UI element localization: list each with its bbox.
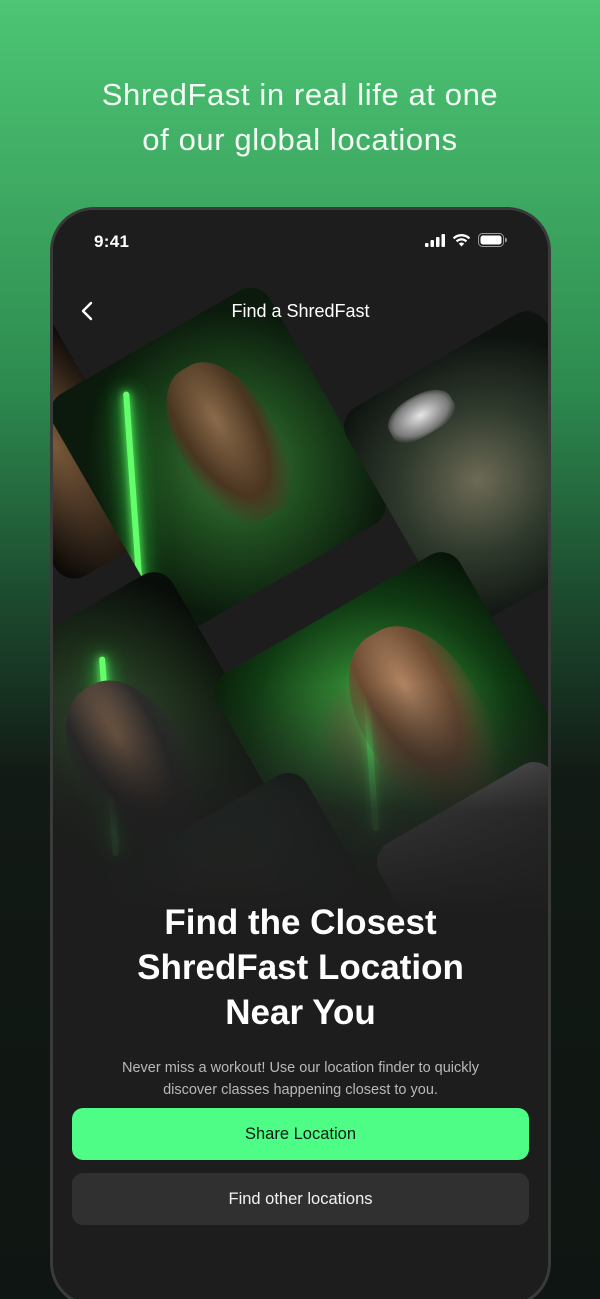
collage-fade-overlay <box>53 684 548 914</box>
page-title: Find the Closest ShredFast Location Near… <box>53 900 548 1035</box>
neon-light-stripe <box>123 391 144 602</box>
page-subtitle: Never miss a workout! Use our location f… <box>53 1057 548 1101</box>
status-time: 9:41 <box>94 232 130 251</box>
nav-title: Find a ShredFast <box>231 301 370 321</box>
main-content: Find the Closest ShredFast Location Near… <box>53 900 548 1225</box>
phone-frame: 9:41 Find a ShredFast Find the Closest S… <box>50 207 551 1299</box>
logo-sign-shape <box>380 380 462 451</box>
nav-bar: Find a ShredFast <box>53 274 548 348</box>
status-bar: 9:41 <box>53 210 548 274</box>
battery-icon <box>478 233 507 247</box>
phone-screen: 9:41 Find a ShredFast Find the Closest S… <box>53 210 548 1299</box>
athlete-silhouette <box>144 344 312 539</box>
page-subtitle-line1: Never miss a workout! Use our location f… <box>121 1060 479 1076</box>
promo-headline-line1: ShredFast in real life at one <box>101 77 499 112</box>
find-other-locations-button[interactable]: Find other locations <box>72 1173 529 1225</box>
page-title-line2: ShredFast Location <box>137 948 464 987</box>
page-subtitle-line2: discover classes happening closest to yo… <box>163 1082 438 1098</box>
status-icons <box>425 233 508 247</box>
promo-headline: ShredFast in real life at one of our glo… <box>0 72 600 162</box>
promo-headline-line2: of our global locations <box>142 122 458 157</box>
photo-collage <box>53 274 548 914</box>
share-location-button[interactable]: Share Location <box>72 1108 529 1160</box>
wifi-icon <box>452 233 471 247</box>
cellular-signal-icon <box>425 233 445 247</box>
page-title-line3: Near You <box>225 993 376 1032</box>
page-title-line1: Find the Closest <box>164 903 437 942</box>
